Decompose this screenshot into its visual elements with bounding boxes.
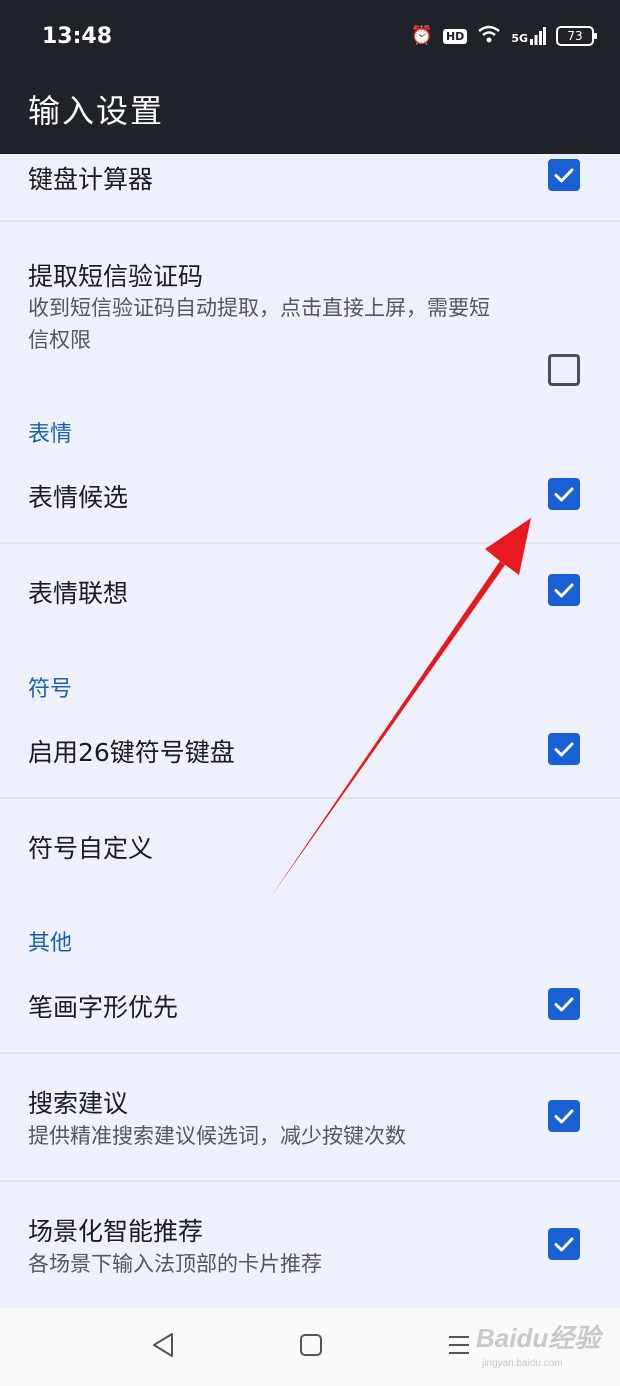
hd-icon: HD [442, 28, 468, 44]
setting-subtitle: 提供精准搜索建议候选词，减少按键次数 [28, 1124, 406, 1148]
checkbox-checked[interactable] [548, 988, 580, 1020]
alarm-icon: ⏰ [410, 25, 433, 46]
watermark-url: jingyan.baidu.com [482, 1358, 563, 1369]
checkbox-checked[interactable] [548, 733, 580, 765]
back-icon[interactable] [150, 1330, 176, 1364]
network-type-label: 5G [511, 32, 528, 45]
cellular-signal-icon: 5G [511, 27, 546, 45]
section-header-symbol: 符号 [28, 677, 73, 702]
app-bar: 输入设置 [0, 76, 620, 154]
setting-title: 符号自定义 [28, 834, 154, 863]
setting-title: 启用26键符号键盘 [28, 738, 235, 767]
setting-title: 表情候选 [28, 483, 129, 512]
checkmark-icon [554, 487, 574, 502]
setting-title: 搜索建议 [28, 1089, 129, 1118]
checkbox-checked[interactable] [548, 478, 580, 510]
checkmark-icon [554, 168, 574, 183]
navigation-bar: Baidu经验 jingyan.baidu.com [0, 1308, 620, 1386]
checkmark-icon [554, 742, 574, 757]
battery-icon: 73 [556, 26, 597, 46]
checkbox-checked[interactable] [548, 574, 580, 606]
setting-title: 表情联想 [28, 579, 129, 608]
section-header-other: 其他 [28, 931, 73, 956]
checkbox-checked[interactable] [548, 1228, 580, 1260]
home-icon[interactable] [298, 1330, 324, 1364]
checkbox-unchecked[interactable] [548, 354, 580, 386]
checkmark-icon [554, 1237, 574, 1252]
setting-sms-code[interactable]: 提取短信验证码 收到短信验证码自动提取，点击直接上屏，需要短信权限 [0, 222, 620, 386]
setting-keyboard-calculator[interactable]: 键盘计算器 [0, 154, 620, 222]
menu-icon[interactable] [446, 1330, 472, 1364]
checkbox-checked[interactable] [548, 159, 580, 191]
checkmark-icon [554, 997, 574, 1012]
setting-symbol-26key[interactable]: 启用26键符号键盘 [0, 709, 620, 799]
setting-emoji-candidate[interactable]: 表情候选 [0, 454, 620, 544]
setting-subtitle: 各场景下输入法顶部的卡片推荐 [28, 1252, 322, 1276]
status-icons: ⏰ HD 5G 73 [410, 24, 597, 48]
wifi-icon [477, 24, 501, 48]
setting-title: 笔画字形优先 [28, 993, 179, 1022]
settings-list: 键盘计算器 提取短信验证码 收到短信验证码自动提取，点击直接上屏，需要短信权限 … [0, 154, 620, 1308]
setting-scene-recommend[interactable]: 场景化智能推荐 各场景下输入法顶部的卡片推荐 [0, 1182, 620, 1308]
setting-emoji-association[interactable]: 表情联想 [0, 544, 620, 634]
watermark-logo: Baidu经验 jingyan.baidu.com [476, 1318, 601, 1369]
checkmark-icon [554, 583, 574, 598]
setting-title: 场景化智能推荐 [28, 1217, 204, 1246]
setting-search-suggest[interactable]: 搜索建议 提供精准搜索建议候选词，减少按键次数 [0, 1054, 620, 1182]
status-time: 13:48 [42, 24, 113, 49]
checkmark-icon [554, 1109, 574, 1124]
setting-title: 键盘计算器 [28, 165, 154, 194]
setting-title: 提取短信验证码 [28, 262, 204, 291]
setting-subtitle: 收到短信验证码自动提取，点击直接上屏，需要短信权限 [28, 296, 490, 352]
section-header-emoji: 表情 [28, 422, 73, 447]
page-title: 输入设置 [28, 92, 165, 130]
status-bar: 13:48 ⏰ HD 5G 73 [0, 0, 620, 76]
checkbox-checked[interactable] [548, 1100, 580, 1132]
watermark-text: Baidu经验 [476, 1323, 601, 1353]
setting-symbol-custom[interactable]: 符号自定义 [0, 799, 620, 889]
setting-stroke-priority[interactable]: 笔画字形优先 [0, 964, 620, 1054]
